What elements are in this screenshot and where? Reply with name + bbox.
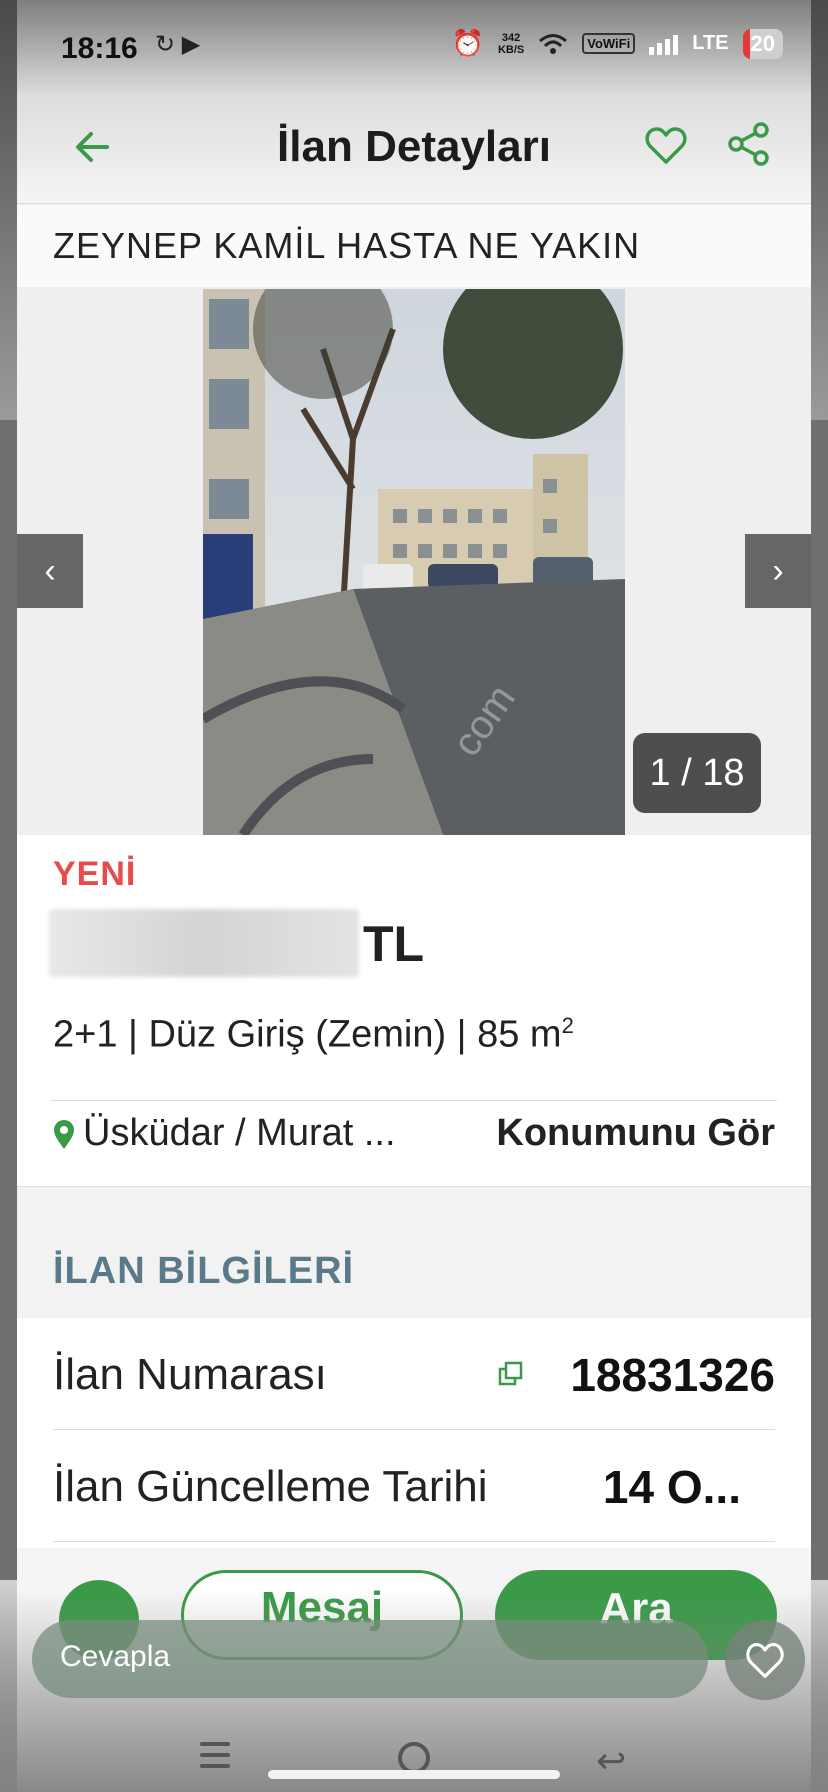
photo-counter: 1 / 18 [633, 733, 761, 813]
back-icon[interactable]: ↩ [596, 1740, 626, 1782]
like-button[interactable] [725, 1620, 805, 1700]
price-redacted [49, 909, 359, 977]
detail-value: 18831326 [570, 1349, 775, 1401]
previous-photo-button[interactable]: ‹ [17, 534, 83, 608]
network-type: LTE [692, 32, 729, 54]
chevron-right-icon: › [772, 551, 784, 590]
listing-details: İlan Numarası 18831326 İlan Güncelleme T… [17, 1318, 811, 1548]
detail-row-update-date: İlan Güncelleme Tarihi 14 O... [53, 1430, 775, 1542]
recent-apps-icon[interactable] [200, 1742, 230, 1775]
youtube-icon: ▶ [181, 31, 201, 58]
status-time: 18:16 [61, 32, 138, 65]
net-speed: 342 KB/S [497, 31, 525, 56]
status-bar: 18:16 ↻ ▶ ⏰ 342 KB/S VoWiFi LTE 20 [17, 0, 811, 92]
detail-value: 14 O... [602, 1461, 741, 1513]
section-header: İLAN BİLGİLERİ [17, 1188, 811, 1318]
listing-title-bar: ZEYNEP KAMİL HASTA NE YAKIN [17, 205, 811, 287]
sync-icon: ↻ [155, 31, 176, 58]
detail-label: İlan Güncelleme Tarihi [53, 1462, 488, 1511]
notification-icons: ↻ ▶ [155, 30, 200, 59]
detail-row-listing-number: İlan Numarası 18831326 [53, 1318, 775, 1430]
section-title: İLAN BİLGİLERİ [53, 1250, 355, 1292]
heart-icon [746, 1642, 784, 1678]
page-title: İlan Detayları [277, 122, 551, 171]
listing-info-card: YENİ TL 2+1 | Düz Giriş (Zemin) | 85 m2 … [17, 835, 811, 1187]
location-text: Üsküdar / Murat ... [83, 1112, 396, 1154]
listing-title: ZEYNEP KAMİL HASTA NE YAKIN [53, 225, 641, 266]
listing-specs: 2+1 | Düz Giriş (Zemin) | 85 m2 [53, 1013, 574, 1056]
alarm-icon: ⏰ [451, 28, 484, 58]
app-header: İlan Detayları [17, 92, 811, 204]
status-right: ⏰ 342 KB/S VoWiFi LTE 20 [452, 28, 783, 59]
new-badge: YENİ [53, 855, 137, 893]
app-screen: 18:16 ↻ ▶ ⏰ 342 KB/S VoWiFi LTE 20 İlan … [17, 0, 811, 1792]
signal-icon [649, 33, 679, 55]
home-indicator[interactable] [268, 1770, 560, 1779]
price-currency: TL [363, 916, 425, 972]
location-pin-icon [54, 1120, 74, 1149]
show-location-link[interactable]: Konumunu Gör [496, 1112, 775, 1155]
share-icon[interactable] [725, 120, 773, 168]
divider [51, 1100, 777, 1101]
battery-indicator: 20 [742, 28, 783, 59]
heart-icon[interactable] [642, 122, 690, 170]
detail-label: İlan Numarası [53, 1350, 327, 1399]
reply-input[interactable]: Cevapla [32, 1620, 708, 1698]
copy-icon[interactable] [497, 1360, 525, 1388]
wifi-icon [539, 33, 568, 54]
listing-photo[interactable]: com [203, 289, 625, 835]
chevron-left-icon: ‹ [44, 551, 56, 590]
next-photo-button[interactable]: › [745, 534, 811, 608]
photo-gallery[interactable]: com ‹ › 1 / 18 [17, 287, 811, 835]
vowifi-badge: VoWiFi [582, 33, 636, 54]
system-nav-bar: ↩ [0, 1730, 828, 1792]
